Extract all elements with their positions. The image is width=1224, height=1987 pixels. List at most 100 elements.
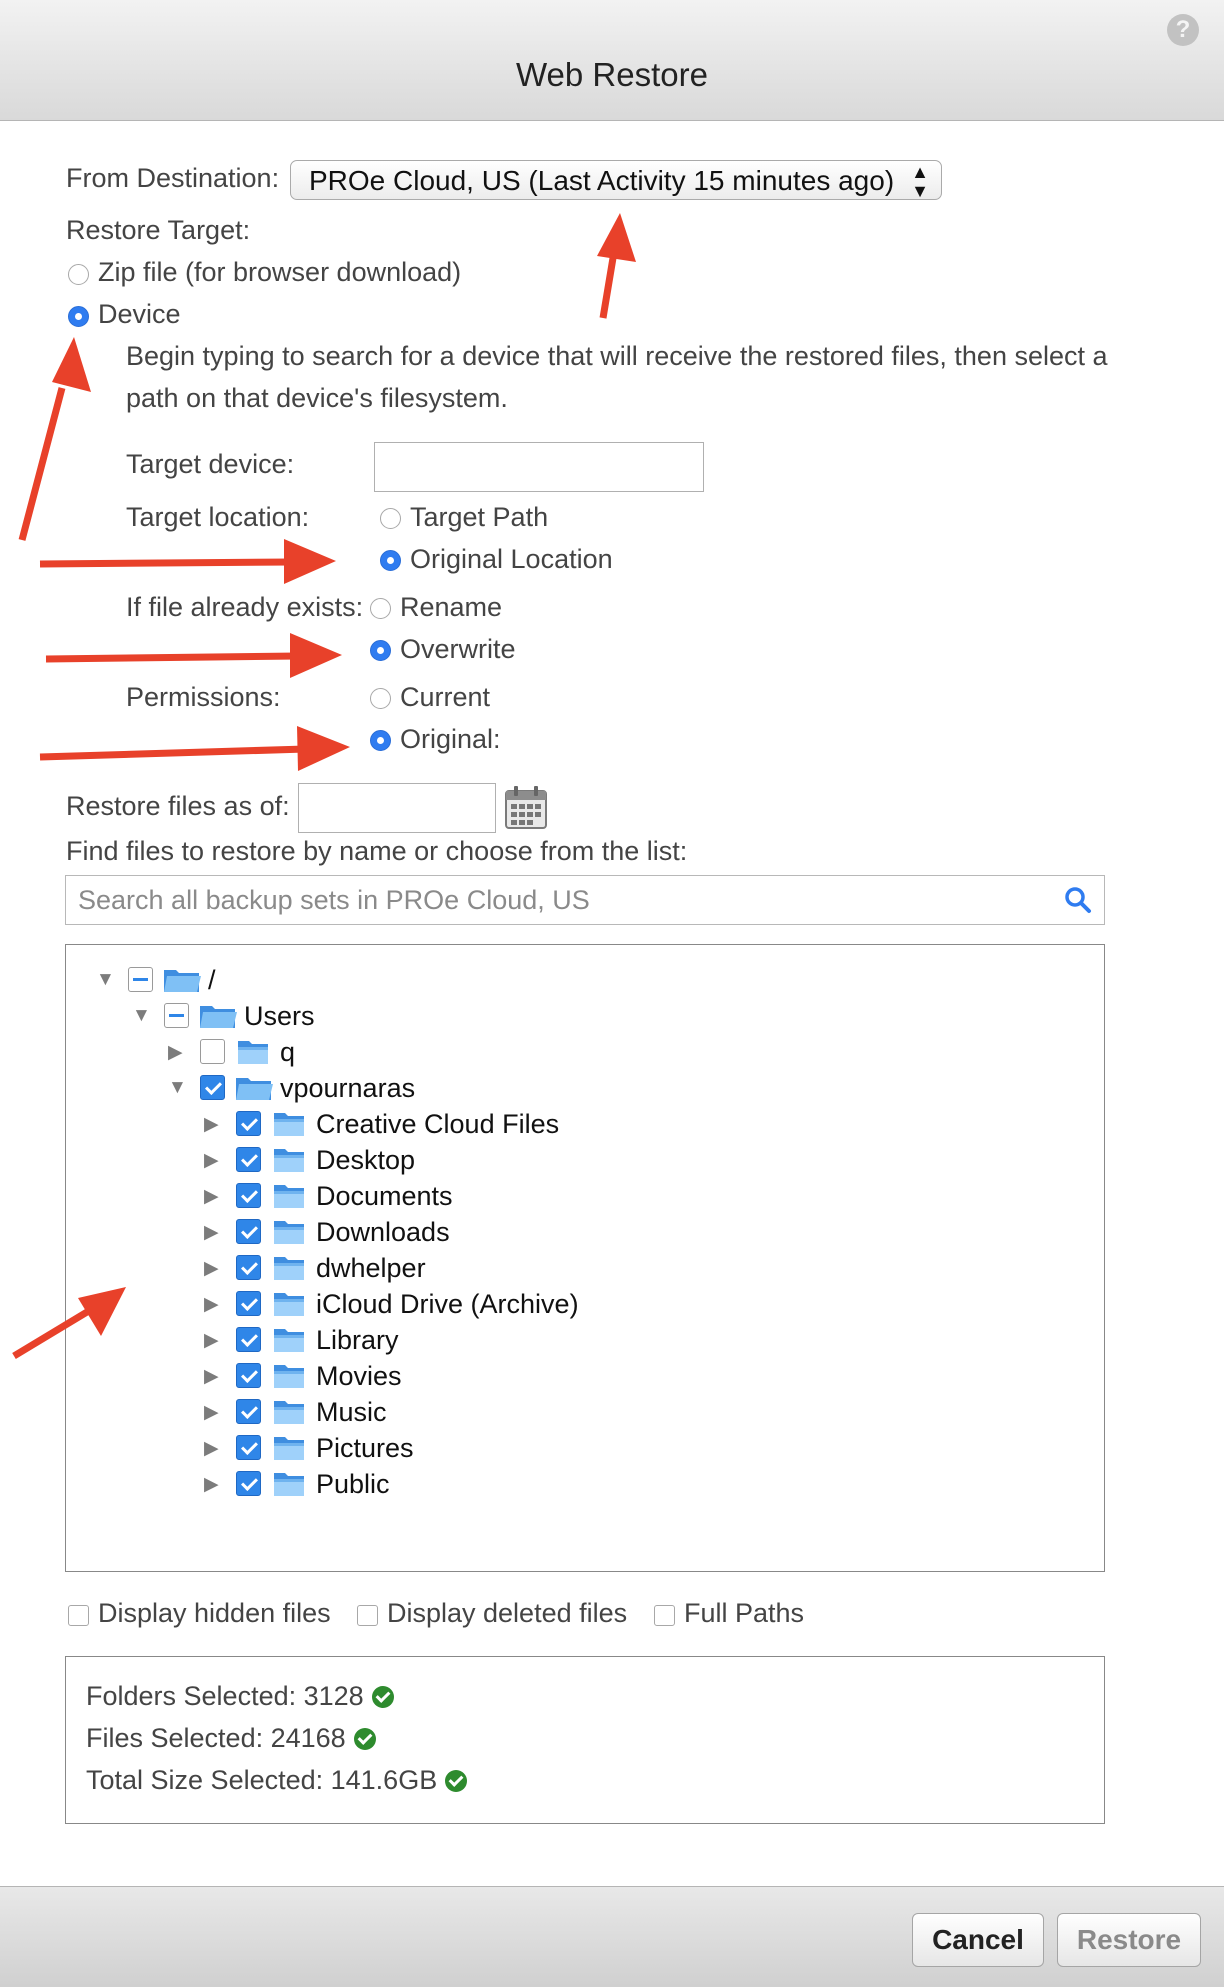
calendar-icon[interactable] [505, 785, 547, 834]
collapse-arrow-icon[interactable]: ▶ [204, 1365, 219, 1388]
overwrite-label: Overwrite [400, 634, 516, 664]
permissions-current-radio[interactable] [370, 688, 391, 709]
display-hidden-label: Display hidden files [98, 1598, 331, 1628]
files-selected-row: Files Selected: 24168 [86, 1723, 376, 1754]
destination-select[interactable]: PROe Cloud, US (Last Activity 15 minutes… [290, 160, 942, 201]
overwrite-radio[interactable] [370, 640, 391, 661]
file-exists-label: If file already exists: [126, 592, 364, 622]
collapse-arrow-icon[interactable]: ▶ [204, 1293, 219, 1316]
tree-checkbox-q[interactable] [200, 1039, 225, 1064]
annotation-arrow-original-location [39, 539, 336, 584]
tree-row-user[interactable]: ▼ vpournaras [138, 1073, 1058, 1105]
display-deleted-checkbox[interactable] [357, 1605, 378, 1626]
full-paths-checkbox[interactable] [654, 1605, 675, 1626]
tree-label-child: Downloads [316, 1217, 450, 1247]
folder-icon [272, 1110, 306, 1138]
folder-icon [272, 1182, 306, 1210]
target-path-radio[interactable] [380, 508, 401, 529]
tree-label-child: Desktop [316, 1145, 416, 1175]
tree-row-child[interactable]: ▶ Public [174, 1469, 1054, 1501]
tree-checkbox-child[interactable] [236, 1399, 261, 1424]
tree-label-child: Documents [316, 1181, 453, 1211]
tree-row-child[interactable]: ▶ Desktop [174, 1145, 1054, 1177]
collapse-arrow-icon[interactable]: ▶ [204, 1185, 219, 1208]
collapse-arrow-icon[interactable]: ▶ [204, 1221, 219, 1244]
checkmark-icon [353, 1728, 376, 1750]
tree-row-child[interactable]: ▶ Creative Cloud Files [174, 1109, 1054, 1141]
rename-radio[interactable] [370, 598, 391, 619]
restore-as-of-input[interactable] [298, 783, 496, 833]
restore-button[interactable]: Restore [1057, 1913, 1201, 1967]
zip-file-radio[interactable] [68, 264, 89, 285]
tree-checkbox-child[interactable] [236, 1435, 261, 1460]
select-arrows-icon: ▲ ▼ [911, 162, 929, 201]
collapse-arrow-icon[interactable]: ▶ [204, 1113, 219, 1136]
collapse-arrow-icon[interactable]: ▶ [204, 1257, 219, 1280]
checkmark-icon [445, 1770, 468, 1792]
folder-icon [272, 1254, 306, 1282]
folder-icon [272, 1434, 306, 1462]
dialog-footer: Cancel Restore [0, 1886, 1224, 1987]
find-files-label: Find files to restore by name or choose … [66, 836, 688, 866]
original-location-radio[interactable] [380, 550, 401, 571]
tree-row-child[interactable]: ▶ Music [174, 1397, 1054, 1429]
tree-checkbox-child[interactable] [236, 1363, 261, 1388]
collapse-arrow-icon[interactable]: ▶ [204, 1473, 219, 1496]
folders-selected-text: Folders Selected: 3128 [86, 1681, 364, 1711]
target-device-input[interactable] [374, 442, 704, 492]
total-size-row: Total Size Selected: 141.6GB [86, 1765, 468, 1796]
tree-checkbox-users[interactable] [164, 1003, 189, 1028]
tree-checkbox-child[interactable] [236, 1327, 261, 1352]
display-deleted-label: Display deleted files [387, 1598, 628, 1628]
expand-arrow-icon[interactable]: ▼ [96, 969, 115, 991]
permissions-label: Permissions: [126, 682, 281, 712]
collapse-arrow-icon[interactable]: ▶ [204, 1329, 219, 1352]
collapse-arrow-icon[interactable]: ▶ [204, 1149, 219, 1172]
tree-row-child[interactable]: ▶ Downloads [174, 1217, 1054, 1249]
tree-label-user: vpournaras [280, 1073, 416, 1103]
tree-row-users[interactable]: ▼ Users [102, 1001, 1062, 1033]
tree-row-child[interactable]: ▶ Pictures [174, 1433, 1054, 1465]
title-bar: Web Restore ? [0, 0, 1224, 121]
folder-open-icon [234, 1074, 276, 1102]
display-hidden-checkbox[interactable] [68, 1605, 89, 1626]
tree-row-child[interactable]: ▶ Documents [174, 1181, 1054, 1213]
tree-row-child[interactable]: ▶ Library [174, 1325, 1054, 1357]
tree-checkbox-child[interactable] [236, 1219, 261, 1244]
tree-checkbox-child[interactable] [236, 1255, 261, 1280]
tree-checkbox-child[interactable] [236, 1471, 261, 1496]
tree-row-q[interactable]: ▶ q [138, 1037, 1058, 1069]
tree-checkbox-root[interactable] [128, 967, 153, 992]
backup-search-input[interactable] [66, 876, 1040, 924]
tree-row-child[interactable]: ▶ Movies [174, 1361, 1054, 1393]
tree-checkbox-child[interactable] [236, 1183, 261, 1208]
selection-summary: Folders Selected: 3128 Files Selected: 2… [65, 1656, 1105, 1824]
tree-label-child: Library [316, 1325, 399, 1355]
tree-row-root[interactable]: ▼ / [66, 965, 1066, 997]
collapse-arrow-icon[interactable]: ▶ [204, 1437, 219, 1460]
permissions-original-radio[interactable] [370, 730, 391, 751]
destination-label: From Destination: [66, 163, 280, 193]
collapse-arrow-icon[interactable]: ▶ [204, 1401, 219, 1424]
tree-checkbox-user[interactable] [200, 1075, 225, 1100]
folder-icon [272, 1146, 306, 1174]
file-tree: ▼ / ▼ Users ▶ q ▼ vpournaras ▶ Creative C… [65, 944, 1105, 1572]
expand-arrow-icon[interactable]: ▼ [168, 1077, 187, 1099]
help-icon[interactable]: ? [1167, 14, 1199, 46]
device-radio[interactable] [68, 306, 89, 327]
tree-checkbox-child[interactable] [236, 1291, 261, 1316]
folder-icon [272, 1398, 306, 1426]
expand-arrow-icon[interactable]: ▼ [132, 1005, 151, 1027]
annotation-arrow-device [18, 337, 91, 541]
collapse-arrow-icon[interactable]: ▶ [168, 1041, 183, 1064]
folder-icon [272, 1218, 306, 1246]
tree-label-root: / [208, 965, 216, 995]
cancel-button[interactable]: Cancel [912, 1913, 1044, 1967]
folder-open-icon [198, 1002, 240, 1030]
tree-checkbox-child[interactable] [236, 1111, 261, 1136]
tree-row-child[interactable]: ▶ iCloud Drive (Archive) [174, 1289, 1054, 1321]
tree-checkbox-child[interactable] [236, 1147, 261, 1172]
search-icon[interactable] [1064, 886, 1092, 919]
tree-row-child[interactable]: ▶ dwhelper [174, 1253, 1054, 1285]
permissions-current-label: Current [400, 682, 491, 712]
